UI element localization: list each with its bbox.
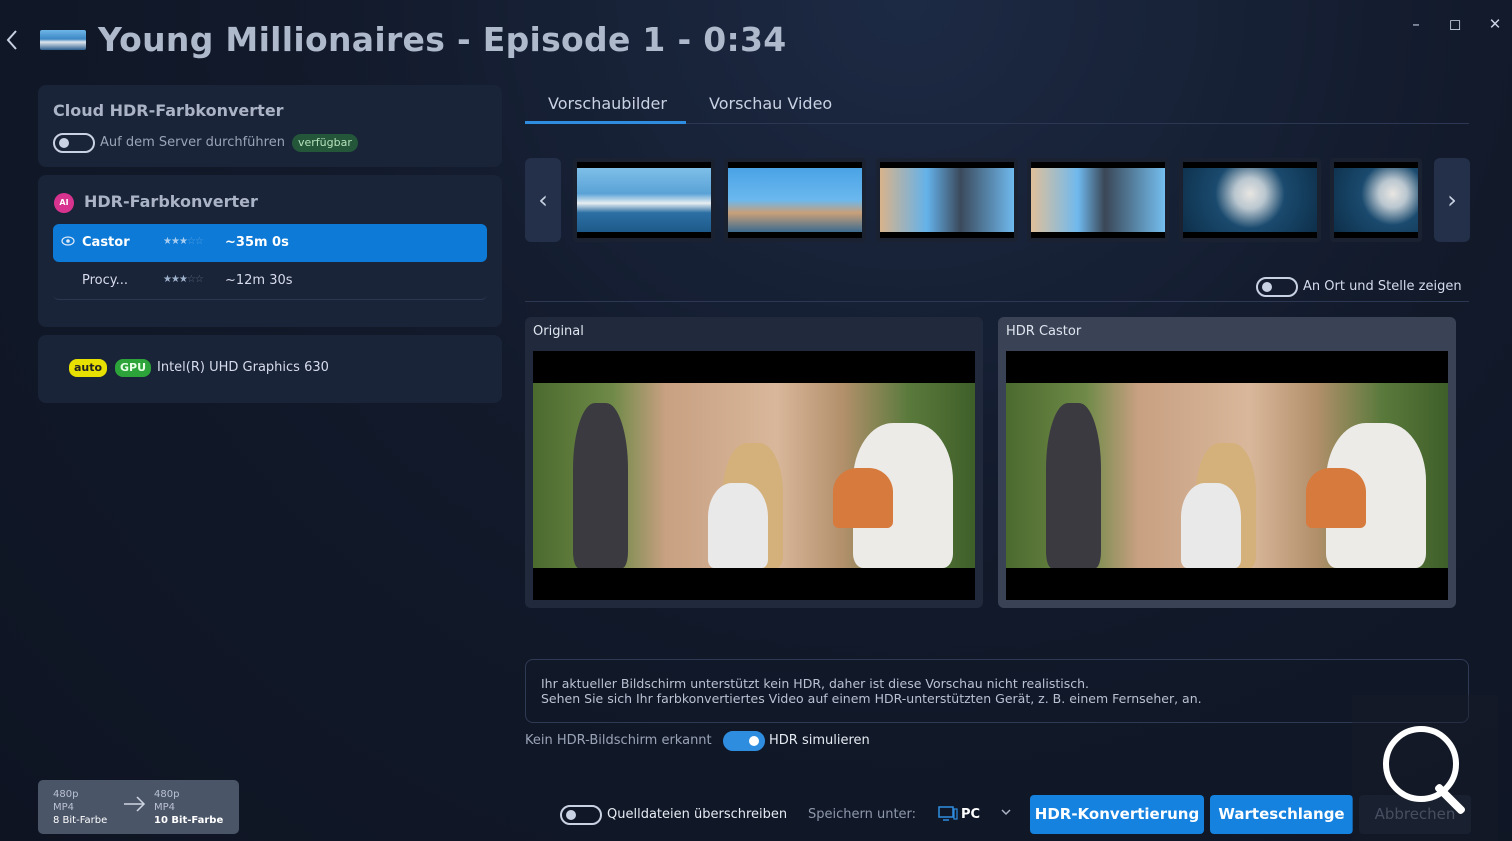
monitor-icon	[938, 806, 958, 826]
filmstrip-frame[interactable]	[876, 158, 1018, 242]
ai-chip-icon: AI	[54, 193, 74, 213]
queue-button[interactable]: Warteschlange	[1210, 795, 1353, 834]
simulate-hdr-toggle[interactable]	[723, 731, 765, 751]
option-time: ~35m 0s	[225, 235, 289, 250]
minimize-button[interactable]: –	[1406, 14, 1426, 34]
show-in-place-toggle[interactable]	[1256, 277, 1298, 297]
overwrite-source-label: Quelldateien überschreiben	[607, 807, 788, 822]
section-divider	[525, 301, 1469, 302]
active-tab-indicator	[525, 121, 686, 124]
chevron-left-icon	[6, 30, 17, 50]
option-time: ~12m 30s	[225, 273, 293, 288]
gpu-badge: GPU	[115, 359, 152, 377]
filmstrip-next-button[interactable]: ›	[1434, 158, 1470, 242]
cloud-title: Cloud HDR-Farbkonverter	[53, 101, 284, 120]
available-badge: verfügbar	[292, 134, 358, 152]
filmstrip-frame[interactable]	[1179, 158, 1321, 242]
simulate-hdr-label: HDR simulieren	[769, 733, 870, 748]
gpu-card: auto GPU Intel(R) UHD Graphics 630	[38, 335, 502, 403]
tab-video-preview[interactable]: Vorschau Video	[709, 94, 832, 113]
gpu-name: Intel(R) UHD Graphics 630	[157, 360, 329, 375]
info-text: Ihr aktueller Bildschirm unterstützt kei…	[541, 676, 1202, 706]
source-format: 480p MP4 8 Bit-Farbe	[53, 789, 108, 826]
no-hdr-status: Kein HDR-Bildschirm erkannt	[525, 733, 712, 748]
video-thumbnail	[40, 30, 86, 50]
eye-icon	[61, 235, 75, 251]
hdr-converter-title: HDR-Farbkonverter	[84, 192, 258, 211]
target-format: 480p MP4 10 Bit-Farbe	[154, 789, 224, 826]
chevron-down-icon[interactable]	[1000, 806, 1012, 821]
preview-label: Original	[533, 324, 584, 339]
overwrite-source-toggle[interactable]	[560, 805, 602, 825]
auto-badge: auto	[69, 359, 108, 377]
filmstrip-frame[interactable]	[573, 158, 715, 242]
cloud-converter-card: Cloud HDR-Farbkonverter Auf dem Server d…	[38, 85, 502, 167]
filmstrip-frame[interactable]	[1027, 158, 1169, 242]
option-castor[interactable]: Castor ★★★☆☆ ~35m 0s	[53, 224, 487, 262]
chevron-left-icon: ‹	[538, 186, 548, 214]
filmstrip-prev-button[interactable]: ‹	[525, 158, 561, 242]
maximize-button[interactable]: ◻	[1445, 14, 1465, 34]
show-in-place-label: An Ort und Stelle zeigen	[1303, 279, 1462, 294]
tab-thumbnails[interactable]: Vorschaubilder	[548, 94, 667, 113]
option-name: Castor	[82, 235, 130, 250]
preview-image	[533, 351, 975, 600]
window-title: Young Millionaires - Episode 1 - 0:34	[98, 20, 787, 59]
arrow-right-icon	[122, 792, 148, 822]
save-target[interactable]: PC	[961, 807, 980, 822]
hdr-convert-button[interactable]: HDR-Konvertierung	[1030, 795, 1204, 834]
chevron-right-icon: ›	[1447, 186, 1457, 214]
hdr-converter-card: AI HDR-Farbkonverter Castor ★★★☆☆ ~35m 0…	[38, 175, 502, 327]
rating-stars-icon: ★★★☆☆	[163, 274, 204, 285]
hdr-info-box: Ihr aktueller Bildschirm unterstützt kei…	[525, 659, 1469, 723]
close-button[interactable]: ✕	[1485, 14, 1505, 34]
option-procyon[interactable]: Procy... ★★★☆☆ ~12m 30s	[53, 262, 487, 300]
preview-hdr: HDR Castor	[998, 317, 1456, 608]
rating-stars-icon: ★★★☆☆	[163, 236, 204, 247]
filmstrip-frame[interactable]	[724, 158, 866, 242]
filmstrip-frame[interactable]	[1330, 158, 1422, 242]
cloud-toggle-label: Auf dem Server durchführen	[100, 135, 285, 150]
save-to-label: Speichern unter:	[808, 807, 917, 822]
preview-image	[1006, 351, 1448, 600]
cloud-server-toggle[interactable]	[53, 133, 95, 153]
back-button[interactable]	[2, 26, 24, 54]
format-summary[interactable]: 480p MP4 8 Bit-Farbe 480p MP4 10 Bit-Far…	[38, 780, 239, 834]
preview-original: Original	[525, 317, 983, 608]
preview-label: HDR Castor	[1006, 324, 1082, 339]
option-name: Procy...	[82, 273, 129, 288]
